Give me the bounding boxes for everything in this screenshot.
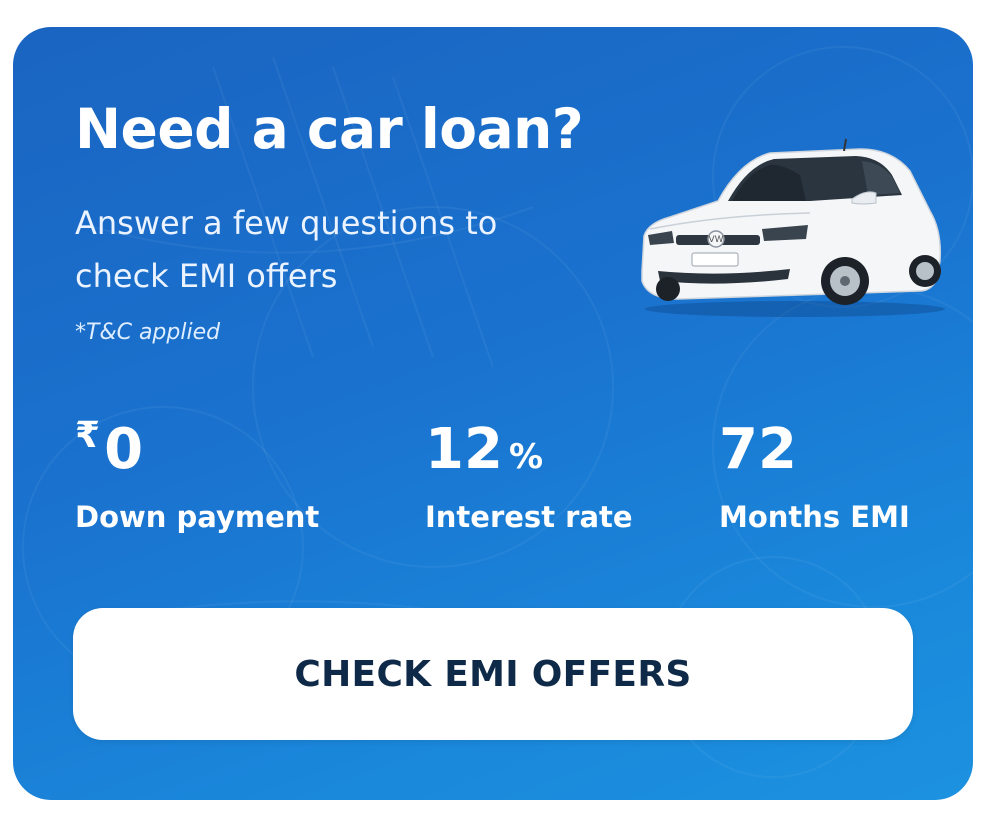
stat-label: Months EMI: [719, 500, 910, 534]
stat-label: Down payment: [75, 500, 320, 534]
check-emi-offers-button[interactable]: CHECK EMI OFFERS: [73, 608, 913, 740]
stat-label: Interest rate: [425, 500, 633, 534]
stat-interest-rate: 12% Interest rate: [425, 422, 633, 535]
percent-symbol: %: [508, 437, 544, 477]
terms-disclaimer: *T&C applied: [75, 320, 221, 345]
svg-text:VW: VW: [708, 235, 723, 245]
stat-number: 0: [104, 417, 144, 482]
stat-down-payment: ₹0 Down payment: [75, 418, 320, 535]
car-loan-promo-card: Need a car loan? Answer a few questions …: [13, 27, 973, 800]
promo-subtitle: Answer a few questions to check EMI offe…: [75, 204, 498, 295]
promo-title: Need a car loan?: [75, 97, 584, 161]
stat-number: 12: [425, 417, 503, 482]
stat-months-emi: 72 Months EMI: [719, 422, 910, 535]
stat-number: 72: [719, 417, 797, 482]
stat-value: 12%: [425, 422, 633, 478]
stat-value: 72: [719, 422, 910, 478]
stat-value: ₹0: [75, 418, 319, 478]
rupee-symbol: ₹: [75, 415, 101, 456]
car-image: VW: [641, 138, 945, 317]
